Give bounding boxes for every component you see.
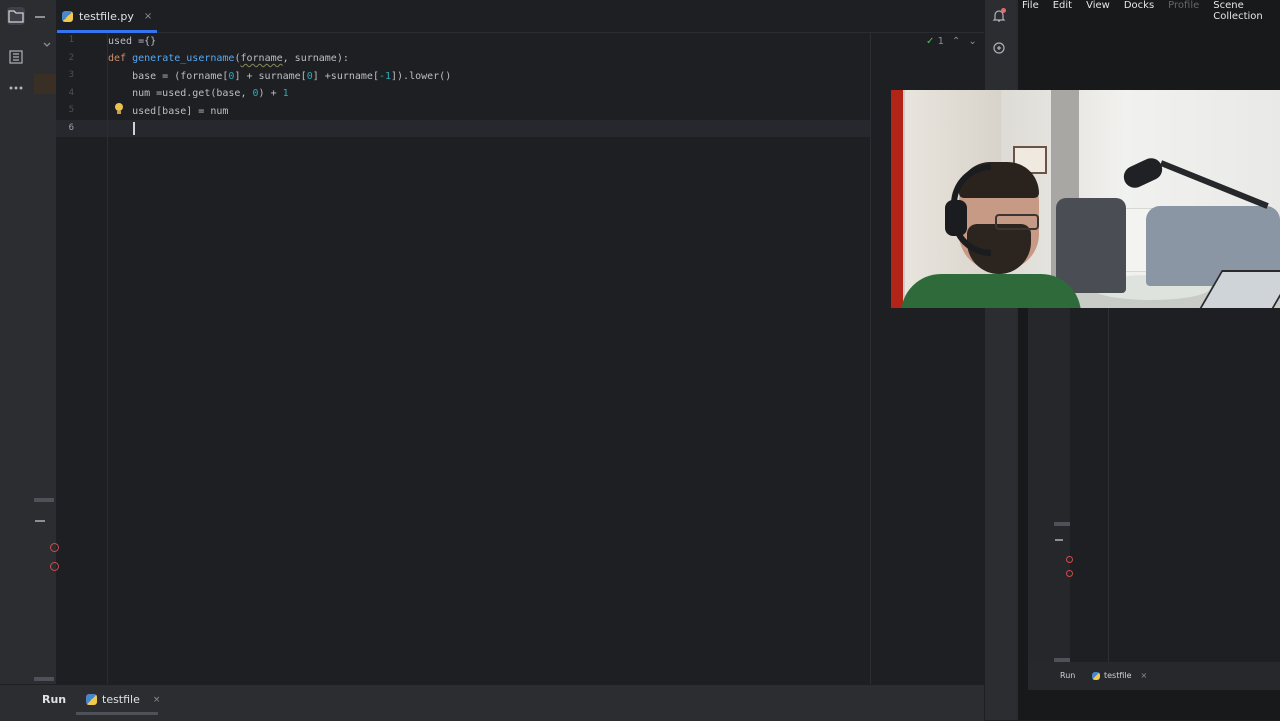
previous-highlight-icon[interactable]: ⌃ xyxy=(952,36,960,47)
line-number-gutter: 1 2 3 4 5 6 xyxy=(56,33,108,684)
close-icon[interactable]: × xyxy=(153,695,161,705)
headset-earcup xyxy=(945,200,967,236)
code-line-4: num =used.get(base, 0) + 1 xyxy=(108,85,289,102)
menu-profile[interactable]: Profile xyxy=(1168,0,1199,12)
tab-testfile[interactable]: testfile.py × xyxy=(62,6,152,26)
function-name: generate_username xyxy=(132,53,235,64)
number-literal: 1 xyxy=(282,88,289,99)
scrollbar-thumb[interactable] xyxy=(34,498,54,502)
webcam-person xyxy=(901,162,1081,308)
more-icon[interactable] xyxy=(7,79,25,97)
run-tab-testfile[interactable]: testfile × xyxy=(86,693,160,706)
code-line-5: used[base] = num xyxy=(108,103,228,120)
menu-file[interactable]: File xyxy=(1022,0,1039,12)
editor-tab-bar xyxy=(56,0,984,33)
preview-scrollbar xyxy=(1054,522,1070,526)
preview-run-label: Run xyxy=(1060,671,1076,680)
run-tool-window-label[interactable]: Run xyxy=(42,693,66,706)
code-line-2: def generate_username(forname, surname): xyxy=(108,50,349,67)
line-number: 5 xyxy=(68,105,74,115)
line-number: 3 xyxy=(68,70,74,80)
python-file-icon xyxy=(62,10,73,22)
close-icon: × xyxy=(1140,671,1148,680)
keyword: def xyxy=(108,53,127,64)
line-number: 1 xyxy=(68,35,74,45)
code-text: ] +surname[ xyxy=(312,71,379,82)
person-glasses xyxy=(995,214,1039,230)
structure-icon[interactable] xyxy=(7,48,25,66)
code-line-3: base = (forname[0] + surname[0] +surname… xyxy=(108,68,451,85)
preview-collapse xyxy=(1055,539,1063,541)
selection-marker xyxy=(34,74,56,94)
text-caret xyxy=(133,122,135,135)
chevron-down-icon[interactable] xyxy=(42,40,56,52)
menu-view[interactable]: View xyxy=(1086,0,1110,12)
person-hoodie xyxy=(901,274,1081,308)
preview-error-icon xyxy=(1066,570,1073,577)
inspection-widget[interactable]: ✓ 1 ⌃ ⌄ xyxy=(926,36,977,47)
code-text: used[base] = num xyxy=(108,106,229,117)
preview-run-tab: testfile × xyxy=(1092,671,1147,680)
close-icon[interactable]: × xyxy=(144,11,152,22)
project-panel xyxy=(32,0,56,684)
code-text: ]).lower() xyxy=(391,71,452,82)
line-number: 2 xyxy=(68,53,74,63)
preview-run-tab-label: testfile xyxy=(1104,671,1132,680)
python-file-icon xyxy=(86,694,97,705)
code-text: num =used.get(base, xyxy=(108,88,253,99)
check-icon: ✓ xyxy=(926,36,935,47)
code-text: ] + surname[ xyxy=(234,71,307,82)
inspection-count: 1 xyxy=(937,36,944,47)
code-editor[interactable]: used ={} def generate_username(forname, … xyxy=(108,33,870,684)
run-tab-label: testfile xyxy=(102,693,140,706)
code-line-1: used ={} xyxy=(108,33,156,50)
run-tab-scrollbar[interactable] xyxy=(76,712,158,715)
collapse-icon[interactable] xyxy=(35,520,45,522)
menu-edit[interactable]: Edit xyxy=(1053,0,1072,12)
scrollbar-thumb[interactable] xyxy=(34,677,54,681)
ai-assistant-icon[interactable] xyxy=(991,40,1007,56)
code-text: base = (forname[ xyxy=(108,71,229,82)
code-text: ) + xyxy=(258,88,283,99)
lightbulb-icon[interactable] xyxy=(114,102,124,118)
next-highlight-icon[interactable]: ⌄ xyxy=(968,36,976,47)
folder-icon[interactable] xyxy=(7,7,25,25)
right-margin-guide xyxy=(870,33,871,684)
menu-docks[interactable]: Docks xyxy=(1124,0,1154,12)
param-warning: forname xyxy=(240,53,283,64)
code-text: used ={} xyxy=(108,36,157,47)
menu-scene-collection[interactable]: Scene Collection xyxy=(1213,0,1280,22)
python-file-icon xyxy=(1092,671,1100,680)
minimize-icon[interactable] xyxy=(35,16,45,18)
obs-menu-bar: File Edit View Docks Profile Scene Colle… xyxy=(1022,0,1280,22)
preview-error-icon xyxy=(1066,556,1073,563)
webcam-overlay xyxy=(891,90,1280,308)
line-number: 6 xyxy=(68,123,74,133)
tab-label: testfile.py xyxy=(79,9,134,23)
inspection-ok: ✓ 1 xyxy=(926,36,944,47)
obs-bottom-area xyxy=(1028,690,1280,720)
left-tool-strip xyxy=(0,0,33,684)
code-text: , surname): xyxy=(282,53,349,64)
preview-side-strip xyxy=(1028,300,1070,662)
preview-gutter-line xyxy=(1108,300,1109,662)
number-literal: -1 xyxy=(378,71,392,82)
notification-badge xyxy=(1001,8,1006,13)
line-number: 4 xyxy=(68,88,74,98)
